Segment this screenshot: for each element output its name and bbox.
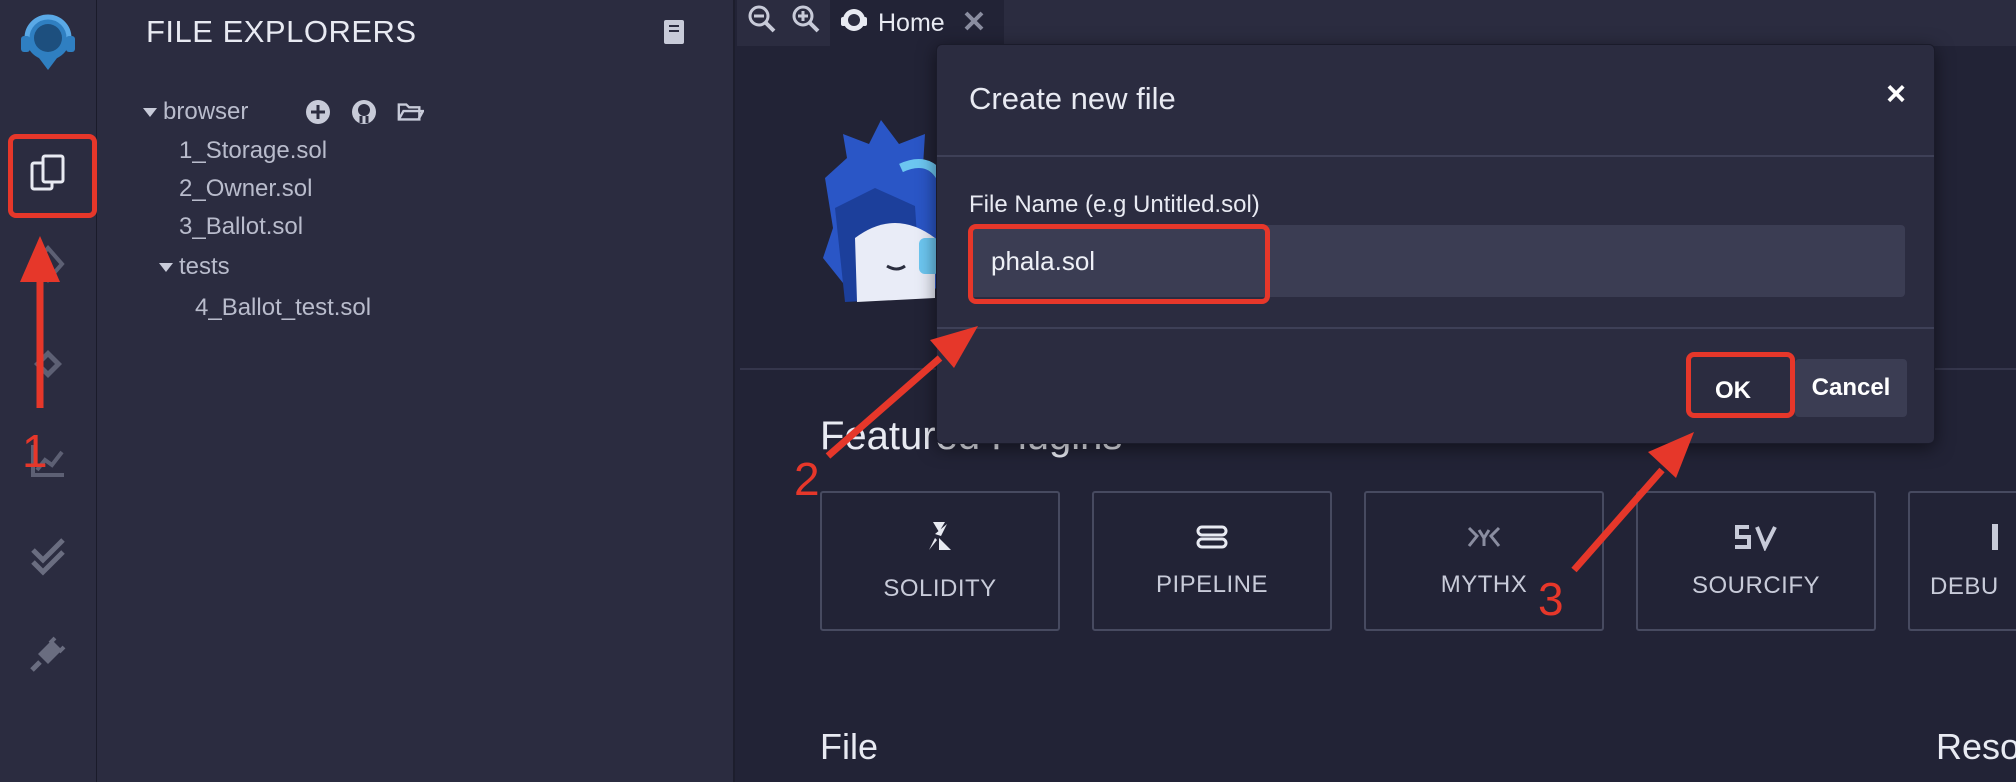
file-item[interactable]: 2_Owner.sol — [179, 175, 312, 203]
plugin-card-label: SOLIDITY — [883, 574, 997, 602]
folder-browser[interactable]: browser — [143, 98, 248, 126]
plugin-card-mythx[interactable]: MYTHX — [1364, 491, 1604, 631]
file-explorer-icon[interactable] — [20, 145, 76, 201]
step-number-1: 1 — [22, 425, 48, 477]
step-number-2: 2 — [794, 453, 820, 505]
plugin-card-label: PIPELINE — [1155, 570, 1269, 598]
create-file-modal: Create new file × File Name (e.g Untitle… — [936, 44, 1935, 444]
remix-logo-icon[interactable] — [6, 10, 90, 74]
pipeline-icon — [1195, 524, 1229, 555]
folder-tests[interactable]: tests — [159, 253, 230, 281]
zoom-in-icon[interactable] — [791, 4, 821, 39]
solidity-icon — [927, 520, 953, 559]
add-file-icon[interactable] — [304, 98, 332, 126]
close-tab-icon[interactable] — [961, 8, 987, 39]
test-icon[interactable] — [20, 528, 76, 584]
home-tab-icon — [838, 5, 870, 42]
plugin-card-pipeline[interactable]: PIPELINE — [1092, 491, 1332, 631]
sourcify-icon — [1731, 523, 1781, 556]
file-item[interactable]: 4_Ballot_test.sol — [195, 294, 371, 322]
modal-title: Create new file — [969, 81, 1176, 116]
remix-mascot-image — [815, 88, 944, 313]
close-icon[interactable]: × — [1886, 75, 1906, 114]
open-folder-icon[interactable] — [396, 98, 424, 126]
file-section-heading: File — [820, 726, 879, 767]
plugin-card-sourcify[interactable]: SOURCIFY — [1636, 491, 1876, 631]
folder-actions — [304, 98, 424, 126]
plugin-card-solidity[interactable]: SOLIDITY — [820, 491, 1060, 631]
ok-button[interactable]: OK — [1692, 363, 1774, 419]
file-name-label: File Name (e.g Untitled.sol) — [969, 191, 1260, 218]
tab-home-label: Home — [878, 8, 945, 37]
folder-label: tests — [179, 253, 230, 280]
plugin-card-label: SOURCIFY — [1691, 571, 1820, 599]
icon-panel — [0, 0, 97, 782]
resources-section-heading: Reso — [1936, 726, 2016, 767]
plugin-manager-icon[interactable] — [20, 626, 76, 682]
debugger-icon — [1990, 522, 2000, 557]
plugin-card-label: MYTHX — [1440, 570, 1528, 598]
file-item[interactable]: 3_Ballot.sol — [179, 213, 303, 241]
deploy-icon[interactable] — [20, 336, 76, 392]
caret-down-icon — [159, 263, 173, 273]
file-item[interactable]: 1_Storage.sol — [179, 137, 327, 165]
github-icon[interactable] — [350, 98, 378, 126]
panel-title: FILE EXPLORERS — [146, 14, 417, 49]
folder-label: browser — [163, 98, 249, 125]
cancel-button[interactable]: Cancel — [1795, 359, 1907, 417]
file-name-input[interactable] — [969, 225, 1905, 297]
plugin-card-label: DEBU — [1930, 572, 1999, 600]
zoom-out-icon[interactable] — [747, 4, 777, 39]
step-number-3: 3 — [1538, 573, 1564, 625]
modal-footer-divider — [937, 327, 1934, 329]
docs-icon[interactable] — [660, 18, 688, 46]
modal-header-divider — [937, 155, 1934, 157]
compiler-icon[interactable] — [20, 236, 76, 292]
tab-home[interactable]: Home — [830, 0, 1004, 46]
caret-down-icon — [143, 108, 157, 118]
file-explorer-panel: FILE EXPLORERS browser 1_Storage.sol 2_O… — [97, 0, 735, 782]
mythx-icon — [1467, 524, 1501, 555]
plugin-card-debugger[interactable]: DEBU — [1908, 491, 2016, 631]
